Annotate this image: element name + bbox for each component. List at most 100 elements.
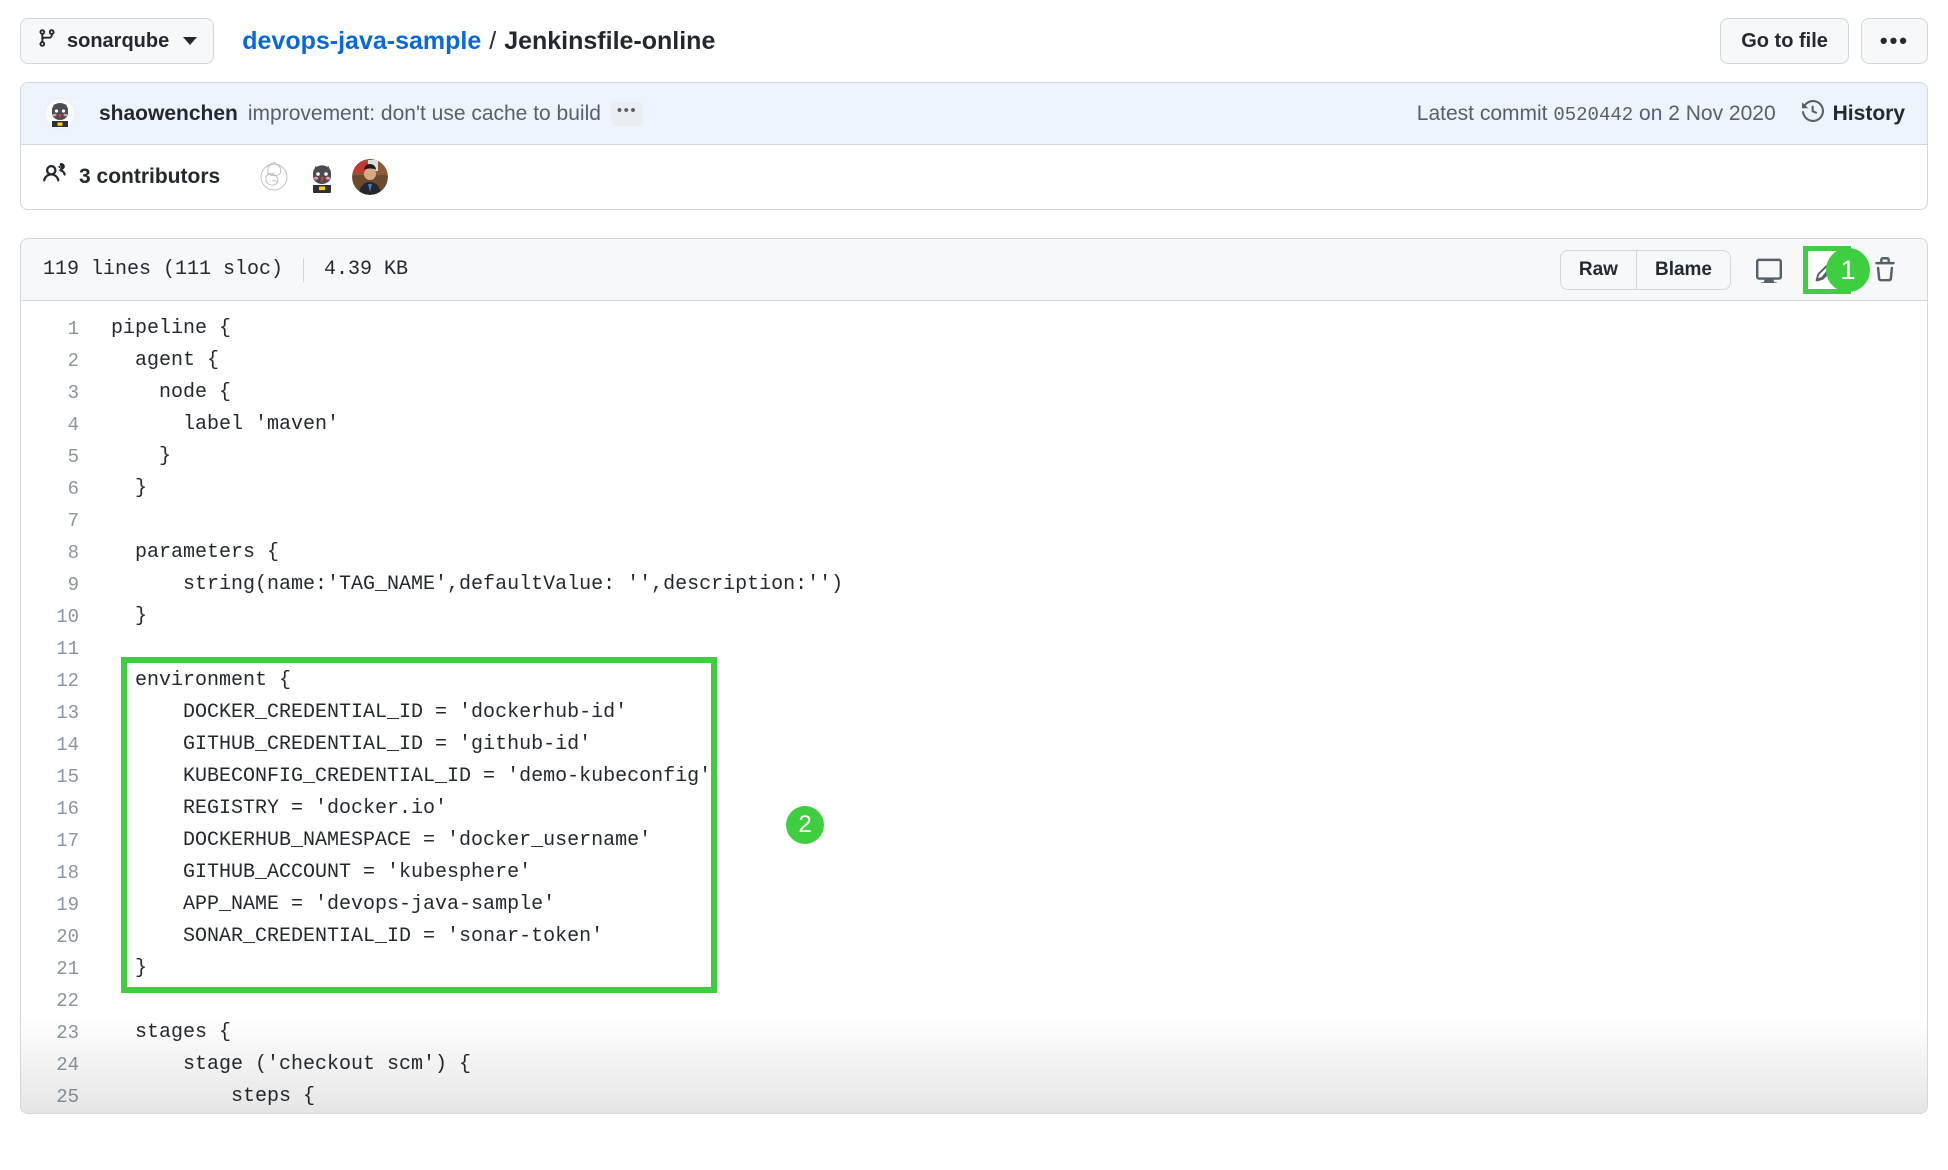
line-number[interactable]: 10 bbox=[21, 601, 93, 633]
commit-expand-button[interactable]: ••• bbox=[610, 101, 644, 126]
code-line: 11 bbox=[21, 633, 1927, 665]
contributor-avatar-1[interactable] bbox=[256, 159, 293, 195]
code-line: 21 } bbox=[21, 953, 1927, 985]
code-line: 7 bbox=[21, 505, 1927, 537]
branch-selector-label: sonarqube bbox=[67, 29, 170, 52]
line-content: agent { bbox=[111, 349, 220, 372]
line-content: } bbox=[111, 957, 148, 980]
commit-message[interactable]: improvement: don't use cache to build bbox=[248, 102, 601, 126]
code-line: 24 stage ('checkout scm') { bbox=[21, 1049, 1927, 1081]
line-content: SONAR_CREDENTIAL_ID = 'sonar-token' bbox=[111, 925, 604, 948]
go-to-file-button[interactable]: Go to file bbox=[1720, 18, 1849, 64]
commit-date-prefix: on bbox=[1639, 101, 1663, 125]
line-content: parameters { bbox=[111, 541, 280, 564]
history-clock-icon bbox=[1801, 99, 1824, 128]
code-line: 22 bbox=[21, 985, 1927, 1017]
line-number[interactable]: 12 bbox=[21, 665, 93, 697]
code-line: 12 environment { bbox=[21, 665, 1927, 697]
line-content: DOCKER_CREDENTIAL_ID = 'dockerhub-id' bbox=[111, 701, 628, 724]
file-content-card: 119 lines (111 sloc) 4.39 KB Raw Blame 1… bbox=[20, 238, 1928, 1114]
latest-commit-info: Latest commit 0520442 on 2 Nov 2020 bbox=[1417, 102, 1776, 126]
contributors-row: 3 contributors bbox=[21, 145, 1927, 209]
line-content: } bbox=[111, 445, 172, 468]
line-content: KUBECONFIG_CREDENTIAL_ID = 'demo-kubecon… bbox=[111, 765, 712, 788]
code-line: 8 parameters { bbox=[21, 537, 1927, 569]
contributors-label-group[interactable]: 3 contributors bbox=[43, 162, 220, 192]
line-number[interactable]: 15 bbox=[21, 761, 93, 793]
commit-author-avatar[interactable] bbox=[43, 96, 77, 131]
toolbar-divider bbox=[303, 257, 305, 282]
line-number[interactable]: 25 bbox=[21, 1081, 93, 1113]
line-content: environment { bbox=[111, 669, 292, 692]
file-lines-count: 119 lines (111 sloc) bbox=[43, 258, 284, 281]
commit-info-card: shaowenchen improvement: don't use cache… bbox=[20, 82, 1928, 210]
line-number[interactable]: 13 bbox=[21, 697, 93, 729]
line-number[interactable]: 9 bbox=[21, 569, 93, 601]
line-content: } bbox=[111, 477, 148, 500]
line-number[interactable]: 11 bbox=[21, 633, 93, 665]
raw-blame-button-group: Raw Blame bbox=[1559, 249, 1731, 290]
line-number[interactable]: 23 bbox=[21, 1017, 93, 1049]
commit-message-group: shaowenchen improvement: don't use cache… bbox=[99, 101, 644, 126]
line-number[interactable]: 2 bbox=[21, 345, 93, 377]
line-content: label 'maven' bbox=[111, 413, 340, 436]
code-line: 15 KUBECONFIG_CREDENTIAL_ID = 'demo-kube… bbox=[21, 761, 1927, 793]
header-actions: Go to file ••• bbox=[1720, 18, 1928, 64]
line-number[interactable]: 6 bbox=[21, 473, 93, 505]
code-line: 2 agent { bbox=[21, 345, 1927, 377]
line-number[interactable]: 19 bbox=[21, 889, 93, 921]
line-content: GITHUB_ACCOUNT = 'kubesphere' bbox=[111, 861, 532, 884]
github-file-view-page: sonarqube devops-java-sample / Jenkinsfi… bbox=[0, 0, 1948, 1170]
code-line: 3 node { bbox=[21, 377, 1927, 409]
history-label: History bbox=[1832, 101, 1905, 125]
raw-button[interactable]: Raw bbox=[1559, 249, 1636, 290]
contributors-count: 3 contributors bbox=[79, 165, 221, 188]
code-content[interactable]: 1 pipeline {2 agent {3 node {4 label 'mav… bbox=[21, 301, 1927, 1113]
history-link[interactable]: History bbox=[1801, 99, 1905, 128]
commit-meta: Latest commit 0520442 on 2 Nov 2020 Hist… bbox=[1417, 99, 1905, 128]
breadcrumb-separator: / bbox=[489, 26, 497, 55]
line-number[interactable]: 5 bbox=[21, 441, 93, 473]
line-number[interactable]: 22 bbox=[21, 985, 93, 1017]
breadcrumb-repo-link[interactable]: devops-java-sample bbox=[242, 27, 481, 56]
line-number[interactable]: 8 bbox=[21, 537, 93, 569]
commit-author-name[interactable]: shaowenchen bbox=[99, 102, 238, 126]
line-number[interactable]: 16 bbox=[21, 793, 93, 825]
code-line: 4 label 'maven' bbox=[21, 409, 1927, 441]
line-content: } bbox=[111, 605, 148, 628]
annotation-badge-1: 1 bbox=[1826, 248, 1870, 292]
code-line: 16 REGISTRY = 'docker.io' bbox=[21, 793, 1927, 825]
line-content: APP_NAME = 'devops-java-sample' bbox=[111, 893, 556, 916]
code-line: 17 DOCKERHUB_NAMESPACE = 'docker_usernam… bbox=[21, 825, 1927, 857]
line-content: pipeline { bbox=[111, 317, 232, 340]
file-stats: 119 lines (111 sloc) 4.39 KB bbox=[43, 257, 408, 282]
line-number[interactable]: 20 bbox=[21, 921, 93, 953]
code-line: 18 GITHUB_ACCOUNT = 'kubesphere' bbox=[21, 857, 1927, 889]
line-content: steps { bbox=[111, 1085, 316, 1108]
commit-sha[interactable]: 0520442 bbox=[1553, 104, 1633, 126]
line-number[interactable]: 1 bbox=[21, 313, 93, 345]
line-number[interactable]: 21 bbox=[21, 953, 93, 985]
desktop-download-icon[interactable] bbox=[1749, 250, 1789, 290]
delete-file-trash-icon[interactable] bbox=[1865, 250, 1905, 290]
line-content: node { bbox=[111, 381, 232, 404]
breadcrumb-file-name: Jenkinsfile-online bbox=[504, 26, 716, 55]
blame-button[interactable]: Blame bbox=[1635, 249, 1731, 290]
line-number[interactable]: 18 bbox=[21, 857, 93, 889]
more-options-button[interactable]: ••• bbox=[1860, 18, 1928, 64]
line-number[interactable]: 17 bbox=[21, 825, 93, 857]
contributor-avatar-3[interactable] bbox=[352, 159, 389, 195]
people-icon bbox=[43, 162, 67, 192]
contributor-avatar-2[interactable] bbox=[304, 159, 341, 195]
line-content: stages { bbox=[111, 1021, 232, 1044]
line-number[interactable]: 14 bbox=[21, 729, 93, 761]
code-line-list: 1 pipeline {2 agent {3 node {4 label 'mav… bbox=[21, 313, 1927, 1113]
code-line: 23 stages { bbox=[21, 1017, 1927, 1049]
line-number[interactable]: 7 bbox=[21, 505, 93, 537]
line-number[interactable]: 4 bbox=[21, 409, 93, 441]
line-number[interactable]: 24 bbox=[21, 1049, 93, 1081]
line-number[interactable]: 3 bbox=[21, 377, 93, 409]
line-content: REGISTRY = 'docker.io' bbox=[111, 797, 448, 820]
branch-selector-button[interactable]: sonarqube bbox=[20, 18, 215, 64]
code-line: 5 } bbox=[21, 441, 1927, 473]
